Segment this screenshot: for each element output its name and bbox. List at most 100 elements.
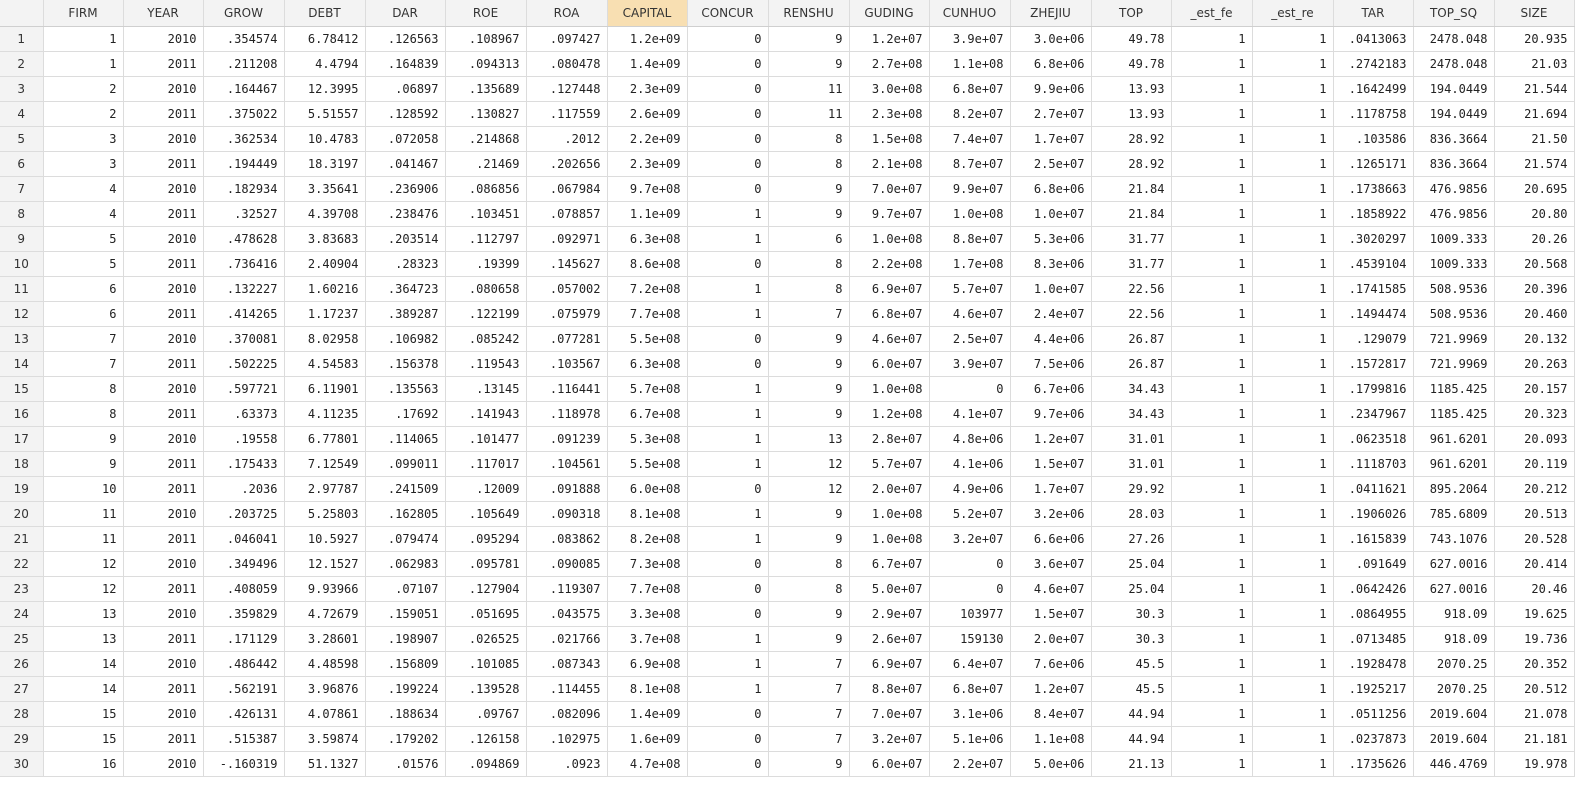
cell-size[interactable]: 20.46	[1494, 576, 1575, 602]
cell-est-re[interactable]: 1	[1252, 76, 1334, 102]
cell-concur[interactable]: 0	[687, 51, 769, 77]
cell-roe[interactable]: .103451	[445, 201, 527, 227]
cell-top[interactable]: 13.93	[1091, 101, 1172, 127]
cell-firm[interactable]: 8	[43, 401, 124, 427]
cell-debt[interactable]: 12.3995	[284, 76, 366, 102]
cell-size[interactable]: 20.352	[1494, 651, 1575, 677]
cell-tar[interactable]: .2742183	[1333, 51, 1414, 77]
cell-tar[interactable]: .1799816	[1333, 376, 1414, 402]
cell-grow[interactable]: .502225	[203, 351, 285, 377]
cell-year[interactable]: 2010	[123, 76, 204, 102]
cell-tar[interactable]: .0413063	[1333, 26, 1414, 52]
row-number[interactable]: 22	[0, 551, 44, 577]
cell-zhejiu[interactable]: 3.6e+07	[1010, 551, 1092, 577]
cell-dar[interactable]: .203514	[365, 226, 446, 252]
cell-concur[interactable]: 1	[687, 301, 769, 327]
cell-est-fe[interactable]: 1	[1171, 76, 1253, 102]
cell-renshu[interactable]: 11	[768, 101, 850, 127]
cell-capital[interactable]: 7.3e+08	[607, 551, 688, 577]
cell-tar[interactable]: .3020297	[1333, 226, 1414, 252]
cell-year[interactable]: 2011	[123, 576, 204, 602]
column-header-roe[interactable]: ROE	[445, 0, 527, 27]
cell-guding[interactable]: 7.0e+07	[849, 176, 930, 202]
cell-size[interactable]: 20.80	[1494, 201, 1575, 227]
column-header-size[interactable]: SIZE	[1494, 0, 1575, 27]
cell-size[interactable]: 20.528	[1494, 526, 1575, 552]
cell-renshu[interactable]: 9	[768, 601, 850, 627]
cell-zhejiu[interactable]: 3.0e+06	[1010, 26, 1092, 52]
cell-renshu[interactable]: 9	[768, 51, 850, 77]
cell-year[interactable]: 2011	[123, 251, 204, 277]
cell-grow[interactable]: .132227	[203, 276, 285, 302]
cell-debt[interactable]: 12.1527	[284, 551, 366, 577]
cell-size[interactable]: 19.736	[1494, 626, 1575, 652]
cell-concur[interactable]: 1	[687, 201, 769, 227]
cell-concur[interactable]: 0	[687, 751, 769, 777]
column-header-grow[interactable]: GROW	[203, 0, 285, 27]
cell-est-re[interactable]: 1	[1252, 626, 1334, 652]
cell-concur[interactable]: 1	[687, 226, 769, 252]
cell-debt[interactable]: 8.02958	[284, 326, 366, 352]
cell-zhejiu[interactable]: 3.2e+06	[1010, 501, 1092, 527]
cell-roe[interactable]: .130827	[445, 101, 527, 127]
cell-concur[interactable]: 1	[687, 626, 769, 652]
cell-renshu[interactable]: 6	[768, 226, 850, 252]
cell-guding[interactable]: 6.9e+07	[849, 276, 930, 302]
cell-concur[interactable]: 0	[687, 576, 769, 602]
column-header-roa[interactable]: ROA	[526, 0, 608, 27]
cell-year[interactable]: 2011	[123, 101, 204, 127]
cell-year[interactable]: 2010	[123, 701, 204, 727]
cell-top[interactable]: 29.92	[1091, 476, 1172, 502]
cell-debt[interactable]: 4.4794	[284, 51, 366, 77]
cell-capital[interactable]: 3.7e+08	[607, 626, 688, 652]
cell-dar[interactable]: .188634	[365, 701, 446, 727]
cell-size[interactable]: 21.181	[1494, 726, 1575, 752]
cell-concur[interactable]: 1	[687, 376, 769, 402]
cell-top[interactable]: 22.56	[1091, 301, 1172, 327]
cell-est-re[interactable]: 1	[1252, 526, 1334, 552]
cell-zhejiu[interactable]: 6.8e+06	[1010, 51, 1092, 77]
cell-top-sq[interactable]: 918.09	[1413, 626, 1495, 652]
cell-concur[interactable]: 1	[687, 451, 769, 477]
cell-debt[interactable]: 10.4783	[284, 126, 366, 152]
row-number[interactable]: 28	[0, 701, 44, 727]
cell-guding[interactable]: 6.0e+07	[849, 351, 930, 377]
cell-concur[interactable]: 1	[687, 501, 769, 527]
cell-tar[interactable]: .1178758	[1333, 101, 1414, 127]
cell-guding[interactable]: 1.5e+08	[849, 126, 930, 152]
cell-debt[interactable]: 2.40904	[284, 251, 366, 277]
cell-renshu[interactable]: 11	[768, 76, 850, 102]
cell-tar[interactable]: .103586	[1333, 126, 1414, 152]
cell-firm[interactable]: 9	[43, 426, 124, 452]
cell-tar[interactable]: .0411621	[1333, 476, 1414, 502]
cell-top[interactable]: 22.56	[1091, 276, 1172, 302]
cell-est-fe[interactable]: 1	[1171, 726, 1253, 752]
cell-grow[interactable]: -.160319	[203, 751, 285, 777]
row-number[interactable]: 17	[0, 426, 44, 452]
cell-firm[interactable]: 11	[43, 501, 124, 527]
cell-year[interactable]: 2011	[123, 476, 204, 502]
cell-roa[interactable]: .087343	[526, 651, 608, 677]
cell-firm[interactable]: 4	[43, 201, 124, 227]
cell-est-fe[interactable]: 1	[1171, 501, 1253, 527]
cell-capital[interactable]: 7.2e+08	[607, 276, 688, 302]
cell-roe[interactable]: .13145	[445, 376, 527, 402]
cell-size[interactable]: 20.212	[1494, 476, 1575, 502]
cell-cunhuo[interactable]: 4.8e+06	[929, 426, 1011, 452]
cell-est-fe[interactable]: 1	[1171, 526, 1253, 552]
cell-cunhuo[interactable]: 3.2e+07	[929, 526, 1011, 552]
data-grid[interactable]: FIRM YEAR GROW DEBT DAR ROE ROA CAPITAL CONCUR RE…	[0, 0, 1578, 803]
cell-est-re[interactable]: 1	[1252, 426, 1334, 452]
cell-est-re[interactable]: 1	[1252, 101, 1334, 127]
cell-tar[interactable]: .0864955	[1333, 601, 1414, 627]
cell-guding[interactable]: 1.0e+08	[849, 501, 930, 527]
cell-roa[interactable]: .075979	[526, 301, 608, 327]
cell-grow[interactable]: .164467	[203, 76, 285, 102]
cell-est-re[interactable]: 1	[1252, 576, 1334, 602]
cell-capital[interactable]: 5.5e+08	[607, 451, 688, 477]
cell-top-sq[interactable]: 836.3664	[1413, 151, 1495, 177]
cell-zhejiu[interactable]: 5.3e+06	[1010, 226, 1092, 252]
cell-capital[interactable]: 9.7e+08	[607, 176, 688, 202]
cell-capital[interactable]: 1.1e+09	[607, 201, 688, 227]
cell-roa[interactable]: .043575	[526, 601, 608, 627]
